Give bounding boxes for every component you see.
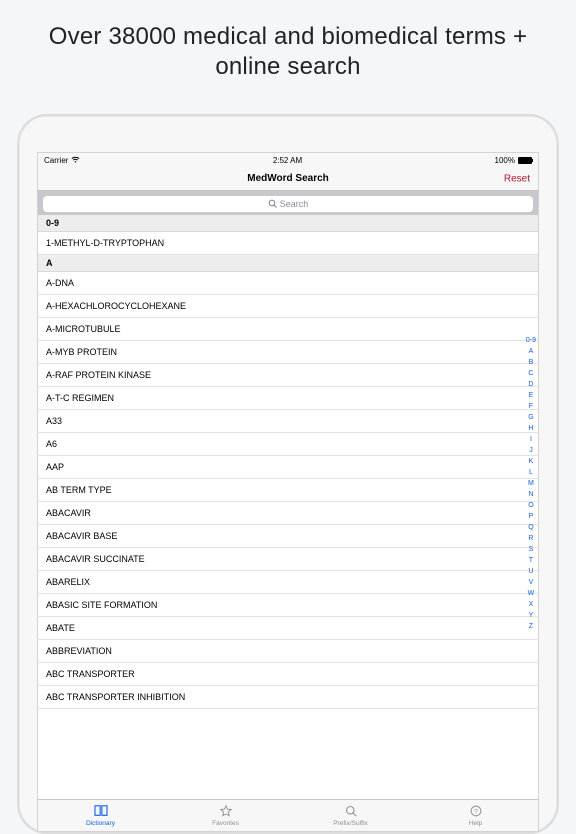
index-item[interactable]: G — [526, 412, 536, 423]
index-item[interactable]: R — [526, 533, 536, 544]
index-item[interactable]: P — [526, 511, 536, 522]
nav-bar: MedWord Search Reset — [38, 167, 538, 191]
search-icon — [344, 805, 358, 819]
index-item[interactable]: A — [526, 346, 536, 357]
clock-label: 2:52 AM — [273, 156, 302, 165]
index-item[interactable]: E — [526, 390, 536, 401]
index-item[interactable]: L — [526, 467, 536, 478]
index-item[interactable]: Y — [526, 610, 536, 621]
tab-bar: Dictionary Favorites Prefix/Suffix ? Hel… — [38, 799, 538, 831]
tab-label: Help — [469, 820, 482, 827]
index-item[interactable]: V — [526, 577, 536, 588]
index-item[interactable]: T — [526, 555, 536, 566]
help-icon: ? — [469, 805, 483, 819]
battery-percent: 100% — [495, 156, 515, 165]
tab-help[interactable]: ? Help — [413, 800, 538, 831]
list-item[interactable]: ABACAVIR BASE — [38, 525, 538, 548]
index-item[interactable]: D — [526, 379, 536, 390]
ipad-device-frame: Carrier 2:52 AM 100% MedWord Search Rese… — [17, 114, 559, 834]
index-item[interactable]: U — [526, 566, 536, 577]
search-placeholder: Search — [280, 199, 309, 209]
index-item[interactable]: H — [526, 423, 536, 434]
list-item[interactable]: A33 — [38, 410, 538, 433]
list-item[interactable]: ABC TRANSPORTER INHIBITION — [38, 686, 538, 709]
list-item[interactable]: ABACAVIR SUCCINATE — [38, 548, 538, 571]
index-item[interactable]: F — [526, 401, 536, 412]
battery-icon — [518, 157, 532, 164]
list-item[interactable]: A-T-C REGIMEN — [38, 387, 538, 410]
list-item[interactable]: A-MICROTUBULE — [38, 318, 538, 341]
tab-favorites[interactable]: Favorites — [163, 800, 288, 831]
index-item[interactable]: K — [526, 456, 536, 467]
nav-title: MedWord Search — [247, 173, 329, 184]
list-item[interactable]: ABASIC SITE FORMATION — [38, 594, 538, 617]
search-icon — [268, 199, 277, 210]
tab-label: Favorites — [212, 820, 239, 827]
book-icon — [94, 805, 108, 819]
tab-label: Prefix/Suffix — [333, 820, 368, 827]
index-item[interactable]: W — [526, 588, 536, 599]
section-header-num: 0-9 — [38, 215, 538, 232]
list-item[interactable]: ABACAVIR — [38, 502, 538, 525]
list-item[interactable]: AB TERM TYPE — [38, 479, 538, 502]
list-item[interactable]: ABBREVIATION — [38, 640, 538, 663]
index-item[interactable]: Z — [526, 621, 536, 632]
term-list[interactable]: 0-9 1-METHYL-D-TRYPTOPHAN A A-DNA A-HEXA… — [38, 215, 538, 799]
carrier-label: Carrier — [44, 156, 68, 165]
alpha-index[interactable]: 0-9 A B C D E F G H I J K L M N O P Q R … — [526, 335, 536, 632]
search-bar-wrap: Search — [38, 191, 538, 217]
search-input[interactable]: Search — [43, 196, 533, 212]
svg-text:?: ? — [474, 808, 478, 815]
index-item[interactable]: 0-9 — [526, 335, 536, 346]
list-item[interactable]: A-DNA — [38, 272, 538, 295]
index-item[interactable]: N — [526, 489, 536, 500]
index-item[interactable]: M — [526, 478, 536, 489]
list-item[interactable]: 1-METHYL-D-TRYPTOPHAN — [38, 232, 538, 255]
list-item[interactable]: ABATE — [38, 617, 538, 640]
list-item[interactable]: AAP — [38, 456, 538, 479]
section-header-a: A — [38, 255, 538, 272]
tab-prefix-suffix[interactable]: Prefix/Suffix — [288, 800, 413, 831]
index-item[interactable]: I — [526, 434, 536, 445]
index-item[interactable]: O — [526, 500, 536, 511]
tab-dictionary[interactable]: Dictionary — [38, 800, 163, 831]
ipad-screen: Carrier 2:52 AM 100% MedWord Search Rese… — [37, 152, 539, 832]
wifi-icon — [71, 156, 80, 165]
index-item[interactable]: J — [526, 445, 536, 456]
index-item[interactable]: Q — [526, 522, 536, 533]
reset-button[interactable]: Reset — [504, 173, 530, 184]
tab-label: Dictionary — [86, 820, 115, 827]
index-item[interactable]: B — [526, 357, 536, 368]
index-item[interactable]: C — [526, 368, 536, 379]
star-icon — [219, 805, 233, 819]
list-item[interactable]: A6 — [38, 433, 538, 456]
list-item[interactable]: ABARELIX — [38, 571, 538, 594]
list-item[interactable]: A-RAF PROTEIN KINASE — [38, 364, 538, 387]
status-bar: Carrier 2:52 AM 100% — [38, 153, 538, 167]
list-item[interactable]: ABC TRANSPORTER — [38, 663, 538, 686]
list-item[interactable]: A-MYB PROTEIN — [38, 341, 538, 364]
marketing-headline: Over 38000 medical and biomedical terms … — [0, 0, 576, 102]
index-item[interactable]: S — [526, 544, 536, 555]
index-item[interactable]: X — [526, 599, 536, 610]
list-item[interactable]: A-HEXACHLOROCYCLOHEXANE — [38, 295, 538, 318]
